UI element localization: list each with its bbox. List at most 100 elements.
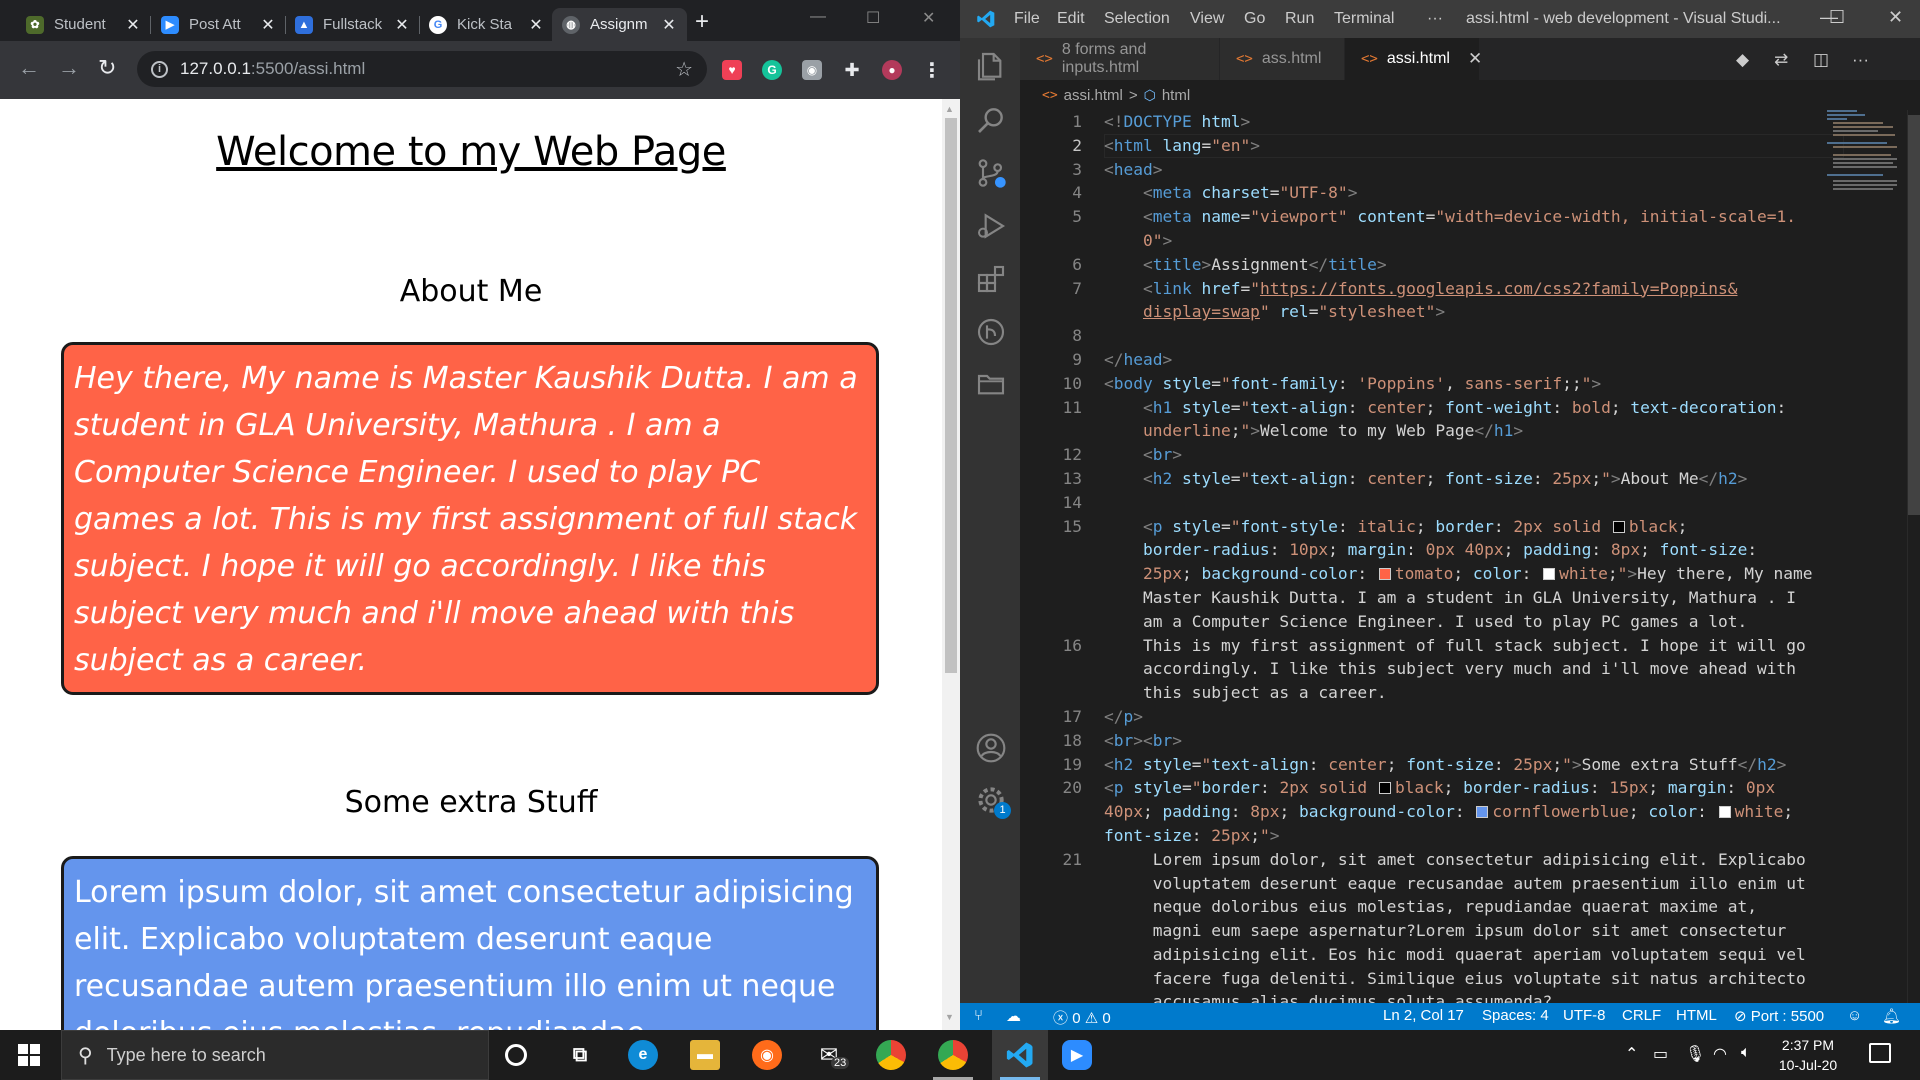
- go-live-icon[interactable]: ◆: [1736, 50, 1749, 70]
- scroll-up-icon[interactable]: ▲: [945, 104, 954, 114]
- menu-more[interactable]: ···: [1427, 10, 1443, 28]
- new-tab-button[interactable]: +: [695, 10, 709, 34]
- profile-avatar[interactable]: ●: [882, 60, 902, 80]
- menu-file[interactable]: File: [1014, 10, 1040, 28]
- notifications-bell-icon[interactable]: 🔔︎: [1882, 1007, 1901, 1025]
- vscode-taskbar-icon[interactable]: [1005, 1040, 1035, 1070]
- split-editor-icon[interactable]: ◫: [1813, 50, 1829, 70]
- minimize-icon[interactable]: —: [810, 8, 826, 26]
- accounts-icon[interactable]: [975, 732, 1007, 764]
- explorer-icon[interactable]: [975, 50, 1007, 82]
- browser-window: ✿ Student ✕ ▶ Post Att ✕ ▲ Fullstack ✕ G…: [0, 0, 960, 1030]
- run-debug-icon[interactable]: [975, 210, 1007, 242]
- extensions-puzzle-icon[interactable]: ✚: [842, 60, 862, 80]
- volume-icon[interactable]: 🔈︎: [1741, 1044, 1751, 1062]
- code-editor[interactable]: 1 2 3 4 5 6 7 8 9 10 11 12 13 14 15 16 17 18 19 20 21 <!DOCT…: [1020, 110, 1920, 1003]
- close-tab-icon[interactable]: ✕: [394, 15, 410, 35]
- sync-icon[interactable]: ☁: [1006, 1007, 1021, 1025]
- browser-tab-post[interactable]: ▶ Post Att ✕: [151, 8, 286, 41]
- taskbar-search[interactable]: ⚲ Type here to search: [61, 1030, 489, 1080]
- line-number: 13: [1062, 469, 1083, 488]
- html-file-icon: <>: [1042, 87, 1058, 103]
- action-center-icon[interactable]: [1869, 1043, 1891, 1063]
- task-view-icon[interactable]: ⧉: [565, 1040, 595, 1070]
- indentation[interactable]: Spaces: 4: [1482, 1007, 1549, 1024]
- menu-dots-icon[interactable]: ⋮: [922, 60, 942, 82]
- breadcrumb-node[interactable]: html: [1162, 87, 1190, 104]
- page-scrollbar-thumb[interactable]: [945, 118, 957, 673]
- close-tab-icon[interactable]: ✕: [260, 15, 276, 35]
- browser-tab-student[interactable]: ✿ Student ✕: [16, 8, 151, 41]
- student-favicon-icon: ✿: [26, 15, 44, 34]
- menu-go[interactable]: Go: [1244, 10, 1265, 28]
- line-number: 3: [1072, 159, 1082, 179]
- minimap[interactable]: [1827, 110, 1907, 200]
- compare-changes-icon[interactable]: ⇄: [1774, 50, 1788, 70]
- line-number: 12: [1062, 445, 1083, 465]
- address-bar[interactable]: i 127.0.0.1 :5500/assi.html ☆: [137, 51, 707, 87]
- maximize-icon[interactable]: ☐: [866, 8, 880, 28]
- code-text[interactable]: <!DOCTYPE html> <html lang="en"> <head> …: [1104, 110, 1844, 1003]
- tab-label: ass.html: [1261, 50, 1322, 67]
- more-actions-icon[interactable]: ···: [1852, 50, 1869, 70]
- close-window-icon[interactable]: ✕: [1888, 7, 1903, 28]
- battery-icon[interactable]: ▭: [1653, 1044, 1668, 1064]
- camera-icon[interactable]: ◉: [802, 60, 822, 80]
- language-mode[interactable]: HTML: [1676, 1007, 1717, 1024]
- live-server-port[interactable]: ⊘ Port : 5500: [1734, 1007, 1824, 1025]
- bookmark-star-icon[interactable]: ☆: [675, 57, 693, 82]
- menu-view[interactable]: View: [1190, 10, 1224, 28]
- microphone-icon[interactable]: 🎙︎: [1685, 1044, 1705, 1064]
- zoom-favicon-icon: ▶: [161, 15, 179, 34]
- chrome-icon[interactable]: [876, 1040, 906, 1070]
- encoding[interactable]: UTF-8: [1563, 1007, 1606, 1024]
- back-icon[interactable]: ←: [18, 57, 40, 79]
- firefox-icon[interactable]: ◉: [752, 1040, 782, 1070]
- cortana-icon[interactable]: [505, 1044, 527, 1066]
- restore-icon[interactable]: ☐: [1829, 7, 1845, 28]
- edge-icon[interactable]: e: [628, 1040, 658, 1070]
- browser-tab-assignment[interactable]: ◍ Assignm ✕: [552, 8, 687, 41]
- close-tab-icon[interactable]: ✕: [1468, 49, 1482, 69]
- branch-icon[interactable]: ⑂: [974, 1007, 983, 1024]
- pocket-icon[interactable]: ♥: [722, 60, 742, 80]
- line-number: 14: [1062, 492, 1083, 512]
- mail-badge: 23: [831, 1057, 850, 1069]
- editor-scrollbar-thumb[interactable]: [1908, 115, 1920, 515]
- git-graph-icon[interactable]: [975, 316, 1007, 348]
- show-hidden-icons-icon[interactable]: ⌃: [1625, 1044, 1638, 1064]
- menu-edit[interactable]: Edit: [1057, 10, 1085, 28]
- close-tab-icon[interactable]: ✕: [528, 15, 544, 35]
- close-window-icon[interactable]: ✕: [922, 8, 935, 28]
- browser-tab-kickstart[interactable]: G Kick Sta ✕: [419, 8, 554, 41]
- browser-tab-fullstack[interactable]: ▲ Fullstack ✕: [285, 8, 420, 41]
- breadcrumb-file[interactable]: assi.html: [1064, 87, 1123, 104]
- reload-icon[interactable]: ↻: [98, 57, 116, 79]
- feedback-icon[interactable]: ☺: [1847, 1007, 1862, 1024]
- menu-run[interactable]: Run: [1285, 10, 1314, 28]
- search-icon[interactable]: [975, 104, 1007, 136]
- problems-indicator[interactable]: ⓧ 0 ⚠ 0: [1053, 1007, 1111, 1028]
- zoom-icon[interactable]: ▶: [1062, 1040, 1092, 1070]
- cursor-position[interactable]: Ln 2, Col 17: [1383, 1007, 1464, 1024]
- end-of-line[interactable]: CRLF: [1622, 1007, 1661, 1024]
- source-control-icon[interactable]: [975, 157, 1007, 189]
- tab-assi-html[interactable]: <> assi.html ✕: [1345, 38, 1482, 80]
- chrome-profile-icon[interactable]: [938, 1040, 968, 1070]
- info-icon[interactable]: i: [151, 60, 168, 78]
- extensions-icon[interactable]: [975, 263, 1007, 295]
- forward-icon[interactable]: →: [58, 57, 80, 79]
- menu-terminal[interactable]: Terminal: [1334, 10, 1394, 28]
- close-tab-icon[interactable]: ✕: [125, 15, 141, 35]
- grammarly-icon[interactable]: G: [762, 60, 782, 80]
- menu-selection[interactable]: Selection: [1104, 10, 1170, 28]
- file-explorer-icon[interactable]: ▬: [690, 1040, 720, 1070]
- scroll-down-icon[interactable]: ▼: [945, 1012, 954, 1022]
- taskbar-clock[interactable]: 2:37 PM 10-Jul-20: [1773, 1035, 1843, 1075]
- wifi-icon[interactable]: ◠: [1713, 1044, 1727, 1064]
- close-tab-icon[interactable]: ✕: [661, 15, 677, 35]
- tab-forms-inputs[interactable]: <> 8 forms and inputs.html: [1020, 38, 1220, 80]
- windows-start-icon[interactable]: [18, 1044, 40, 1066]
- folder-icon[interactable]: [975, 368, 1007, 400]
- tab-ass-html[interactable]: <> ass.html: [1220, 38, 1345, 80]
